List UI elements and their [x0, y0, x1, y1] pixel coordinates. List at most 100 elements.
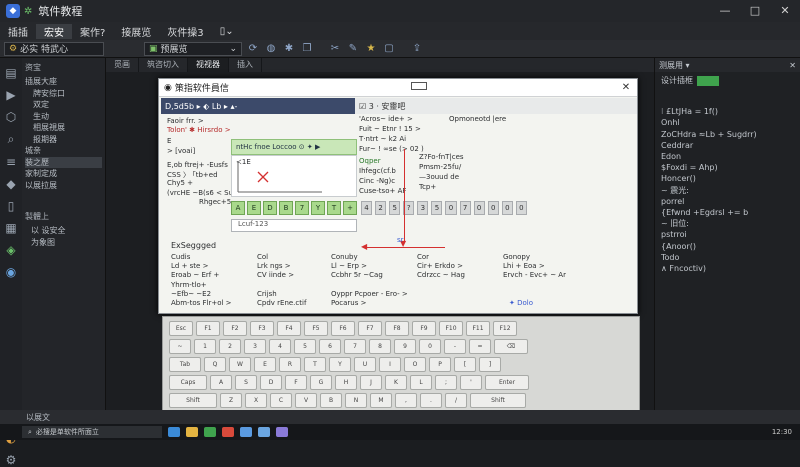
refresh-icon[interactable]: ⟳	[246, 42, 260, 56]
key[interactable]: B	[320, 393, 342, 408]
taskbar-app-icon[interactable]	[276, 427, 288, 437]
minimize-button[interactable]: —	[710, 0, 740, 22]
number-key[interactable]: 5	[389, 201, 401, 215]
explorer-item[interactable]: 以展拉展	[25, 180, 102, 192]
key[interactable]: Z	[220, 393, 242, 408]
key[interactable]: F10	[439, 321, 463, 336]
pin-icon[interactable]: ✕	[789, 61, 796, 70]
key[interactable]: O	[404, 357, 426, 372]
globe-icon[interactable]: ◍	[264, 42, 278, 56]
explorer-item[interactable]: 生动	[25, 111, 102, 123]
key[interactable]: Q	[204, 357, 226, 372]
key[interactable]: -	[444, 339, 466, 354]
number-key[interactable]: 0	[445, 201, 457, 215]
dialog-maximize-button[interactable]	[410, 82, 433, 93]
key[interactable]: .	[420, 393, 442, 408]
run-icon[interactable]: ▶	[6, 88, 15, 102]
maximize-button[interactable]: □	[740, 0, 770, 22]
close-button[interactable]: ✕	[770, 0, 800, 22]
key[interactable]: V	[295, 393, 317, 408]
key[interactable]: F8	[385, 321, 409, 336]
key[interactable]: F5	[304, 321, 328, 336]
explorer-item[interactable]: 报期器	[25, 134, 102, 146]
caps-key[interactable]: Caps	[169, 375, 207, 390]
explorer-icon[interactable]: ▤	[5, 66, 16, 80]
key[interactable]: K	[385, 375, 407, 390]
backspace-key[interactable]: ⌫	[494, 339, 528, 354]
key[interactable]: 0	[419, 339, 441, 354]
key[interactable]: J	[360, 375, 382, 390]
brush-icon[interactable]: ✎	[346, 42, 360, 56]
menu-item-1[interactable]: 插插	[0, 24, 36, 39]
menu-item-5[interactable]: 灰件操3	[159, 24, 211, 39]
taskbar-search[interactable]: ⌕ 必搜是单软件所面立	[22, 426, 162, 438]
key[interactable]: 7	[344, 339, 366, 354]
green-key[interactable]: D	[263, 201, 277, 215]
frame-icon[interactable]: ▢	[382, 42, 396, 56]
explorer-item[interactable]: 家制定成	[25, 168, 102, 180]
number-key[interactable]: 2	[375, 201, 387, 215]
key[interactable]: C	[270, 393, 292, 408]
number-key[interactable]: 7	[459, 201, 471, 215]
user-icon[interactable]: ◉	[6, 265, 16, 279]
key[interactable]: M	[370, 393, 392, 408]
key[interactable]: 8	[369, 339, 391, 354]
layers-icon[interactable]: ≡	[6, 155, 16, 169]
dialog-tab-right[interactable]: ☑ 3 · 安靈吧	[355, 98, 637, 114]
key[interactable]: G	[310, 375, 332, 390]
green-key[interactable]: A	[231, 201, 245, 215]
key[interactable]: D	[260, 375, 282, 390]
shift-key[interactable]: Shift	[470, 393, 526, 408]
key[interactable]: ,	[395, 393, 417, 408]
value-input[interactable]: Lcuf-123	[231, 219, 357, 232]
green-key[interactable]: 7	[295, 201, 309, 215]
copy-icon[interactable]: ❐	[300, 42, 314, 56]
tab-4[interactable]: 插入	[229, 58, 262, 72]
green-key[interactable]: +	[343, 201, 357, 215]
key[interactable]: ]	[479, 357, 501, 372]
number-key[interactable]: 0	[515, 201, 527, 215]
view-select[interactable]: ▣ 预展览 ⌄	[144, 41, 242, 56]
format-bar[interactable]: ntHc fnoe Loccoo ⊙ ✦ ▶	[231, 139, 357, 155]
key[interactable]: S	[235, 375, 257, 390]
grid-icon[interactable]: ▦	[5, 221, 16, 235]
number-key[interactable]: 0	[501, 201, 513, 215]
key[interactable]: Esc	[169, 321, 193, 336]
taskbar-app-icon[interactable]	[258, 427, 270, 437]
key[interactable]: F9	[412, 321, 436, 336]
dialog-close-button[interactable]: ✕	[615, 82, 637, 93]
number-key[interactable]: 0	[487, 201, 499, 215]
key[interactable]: ;	[435, 375, 457, 390]
key[interactable]: N	[345, 393, 367, 408]
key[interactable]: E	[254, 357, 276, 372]
taskbar-folder-icon[interactable]	[186, 427, 198, 437]
key[interactable]: W	[229, 357, 251, 372]
explorer-item-selected[interactable]: 装之歷	[25, 156, 102, 168]
key[interactable]: A	[210, 375, 232, 390]
key[interactable]: [	[454, 357, 476, 372]
key[interactable]: 2	[219, 339, 241, 354]
number-key[interactable]: 0	[473, 201, 485, 215]
dialog-tab-left[interactable]: D,5d5b ▸ ⬖ Lb ▸ ▴-	[161, 98, 355, 114]
right-panel-search-row[interactable]: 设计插框	[655, 75, 800, 86]
key[interactable]: =	[469, 339, 491, 354]
key[interactable]: 4	[269, 339, 291, 354]
workspace-select[interactable]: ⚙ 必实 特武心	[4, 41, 104, 56]
key[interactable]: R	[279, 357, 301, 372]
tab-2[interactable]: 筑咨切入	[139, 58, 188, 72]
taskbar-app-icon[interactable]	[240, 427, 252, 437]
key[interactable]: F11	[466, 321, 490, 336]
menu-item-6[interactable]: ▯⌄	[212, 26, 242, 37]
tab-3[interactable]: 视视器	[188, 58, 229, 72]
key[interactable]: F1	[196, 321, 220, 336]
key[interactable]: U	[354, 357, 376, 372]
tab-1[interactable]: 觅画	[106, 58, 139, 72]
key[interactable]: 1	[194, 339, 216, 354]
settings-icon[interactable]: ✱	[282, 42, 296, 56]
key[interactable]: L	[410, 375, 432, 390]
key[interactable]: X	[245, 393, 267, 408]
key[interactable]: F6	[331, 321, 355, 336]
number-key[interactable]: 5	[431, 201, 443, 215]
key[interactable]: H	[335, 375, 357, 390]
key[interactable]: /	[445, 393, 467, 408]
